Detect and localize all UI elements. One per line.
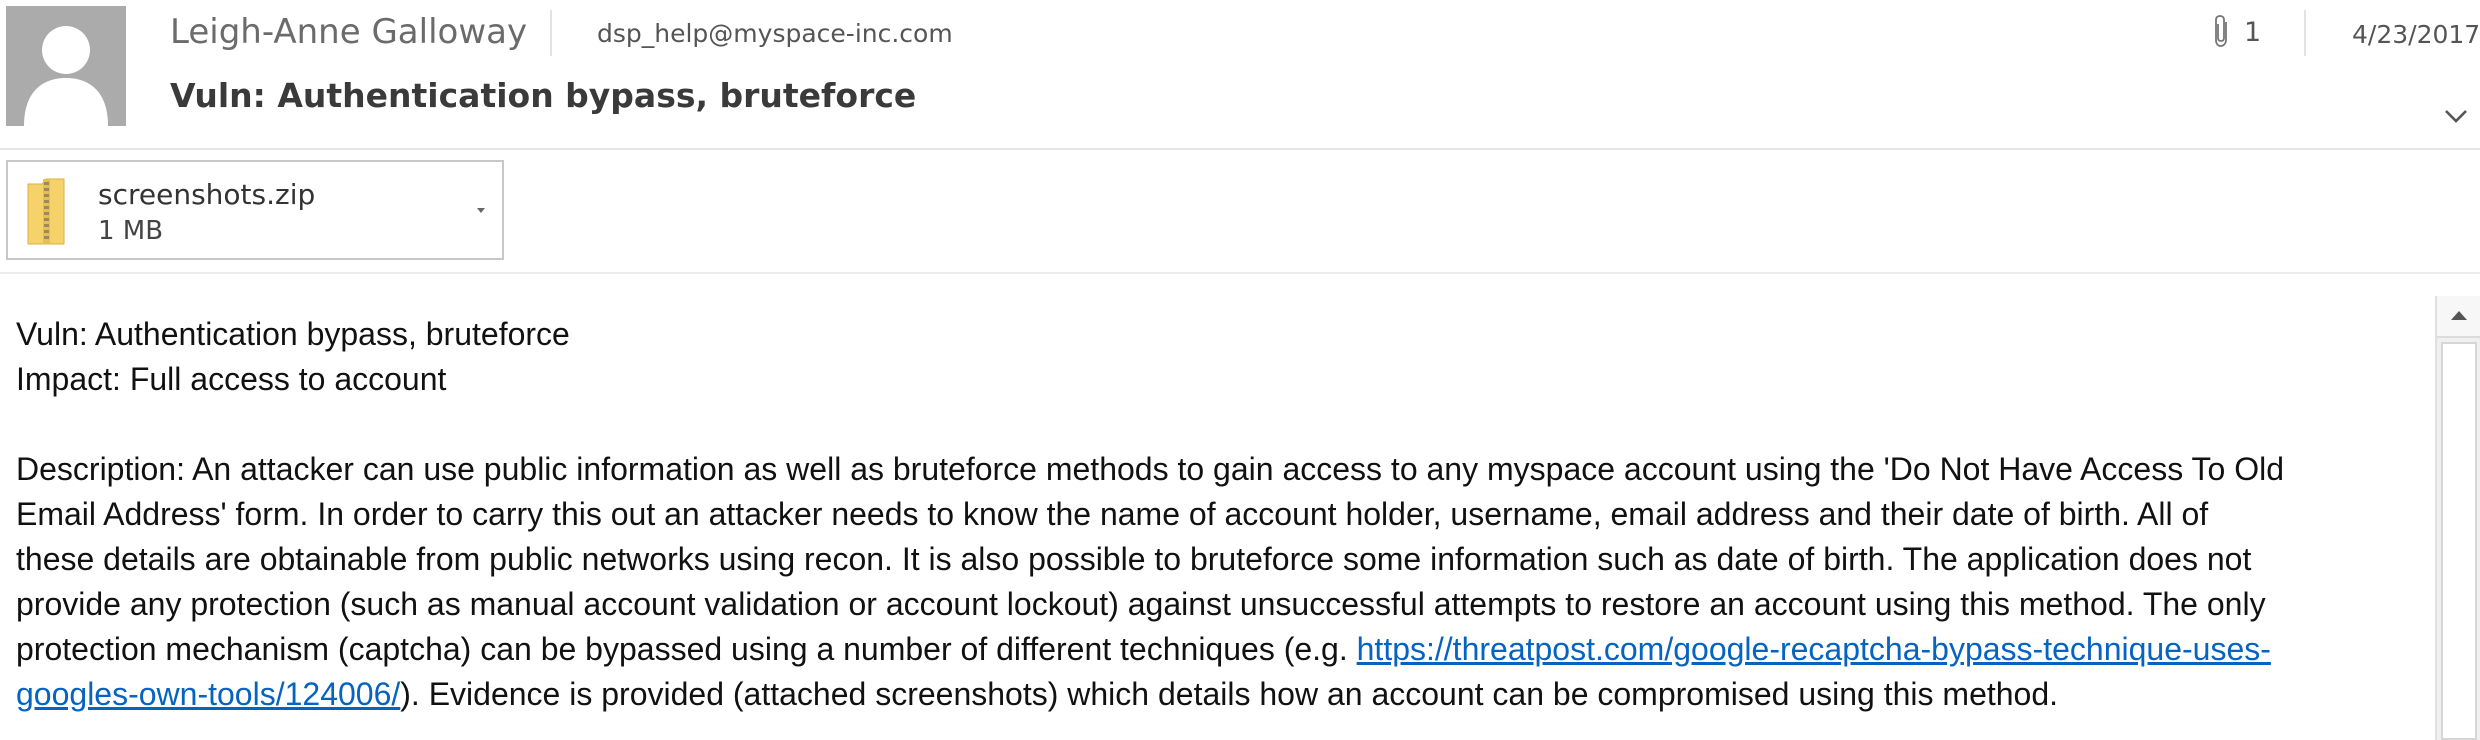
threatpost-link-continued[interactable]: googles-own-tools/124006/ [16,676,400,712]
message-header: Leigh-Anne Galloway dsp_help@myspace-inc… [0,0,2480,150]
attachment-card[interactable]: screenshots.zip 1 MB [6,160,504,260]
message-body: Vuln: Authentication bypass, bruteforce … [16,312,2436,717]
message-date: 4/23/2017 [2352,20,2480,49]
scroll-up-button[interactable] [2437,296,2480,338]
header-separator [2304,10,2306,56]
description-text: protection mechanism (captcha) can be by… [16,631,1357,667]
header-separator [550,10,552,56]
attachment-count: 1 [2244,16,2262,48]
body-divider [0,272,2480,274]
avatar [6,6,126,126]
description-line: these details are obtainable from public… [16,541,2252,577]
body-impact-line: Impact: Full access to account [16,361,447,397]
caret-down-icon [477,208,485,213]
body-description: Description: An attacker can use public … [16,447,2436,717]
sender-email[interactable]: dsp_help@myspace-inc.com [597,19,953,48]
zip-folder-icon [26,176,66,250]
description-line: Email Address' form. In order to carry t… [16,496,2209,532]
message-subject: Vuln: Authentication bypass, bruteforce [170,76,917,115]
attachment-file-name: screenshots.zip [98,178,316,211]
threatpost-link[interactable]: https://threatpost.com/google-recaptcha-… [1357,631,2271,667]
attachment-dropdown-button[interactable] [473,202,489,218]
expand-header-button[interactable] [2440,100,2472,132]
description-line: Description: An attacker can use public … [16,451,2285,487]
person-silhouette-icon [6,6,126,126]
vertical-scrollbar[interactable] [2435,296,2480,740]
scrollbar-thumb[interactable] [2441,342,2477,740]
description-text: ). Evidence is provided (attached screen… [400,676,2059,712]
attachment-count-indicator[interactable]: 1 [2212,14,2261,50]
attachment-file-size: 1 MB [98,216,164,246]
caret-up-icon [2451,311,2467,320]
sender-name[interactable]: Leigh-Anne Galloway [170,12,527,52]
paperclip-icon [2215,15,2227,47]
description-line: provide any protection (such as manual a… [16,586,2266,622]
body-vuln-line: Vuln: Authentication bypass, bruteforce [16,316,570,352]
chevron-down-icon [2445,110,2467,123]
description-line: googles-own-tools/124006/). Evidence is … [16,672,2436,717]
description-line: protection mechanism (captcha) can be by… [16,627,2436,672]
